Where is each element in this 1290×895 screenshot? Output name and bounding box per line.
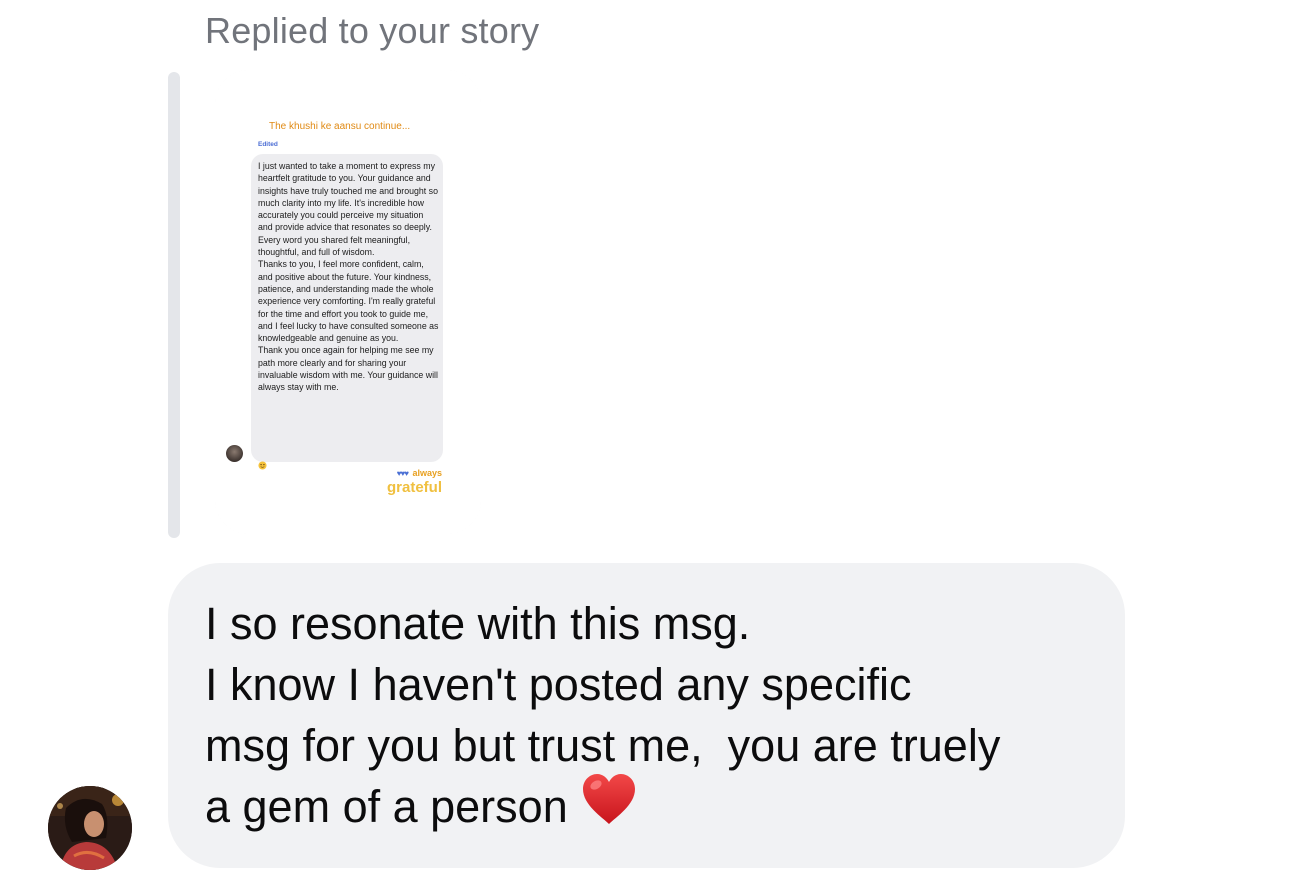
hearts-icon: ♥♥♥: [396, 469, 409, 478]
message-line: I so resonate with this msg.: [205, 598, 751, 649]
story-preview[interactable]: The khushi ke aansu continue... Edited I…: [215, 70, 481, 534]
story-image: The khushi ke aansu continue... Edited I…: [215, 70, 481, 534]
sticker-top-text: always: [412, 468, 442, 478]
story-avatar: [226, 445, 243, 462]
sticker-main-text: grateful: [386, 479, 442, 496]
reply-label: Replied to your story: [205, 10, 540, 51]
story-message-text: I just wanted to take a moment to expres…: [258, 161, 439, 393]
story-title: The khushi ke aansu continue...: [269, 121, 411, 132]
message-line-last: a gem of a person: [205, 773, 1105, 841]
sender-avatar[interactable]: [48, 786, 132, 870]
story-message-bubble: I just wanted to take a moment to expres…: [251, 154, 443, 462]
message-text: I so resonate with this msg. I know I ha…: [205, 593, 1105, 841]
smiling-face-with-tear-icon: [258, 461, 267, 472]
message-line: I know I haven't posted any specific: [205, 659, 912, 710]
red-heart-icon: [580, 772, 638, 841]
message-bubble[interactable]: I so resonate with this msg. I know I ha…: [168, 563, 1125, 868]
story-edited-label: Edited: [258, 141, 278, 148]
message-line-text: a gem of a person: [205, 781, 568, 832]
reply-indicator-bar: [168, 72, 180, 538]
story-sticker: ♥♥♥ always grateful: [372, 463, 442, 495]
message-line: msg for you but trust me, you are truely: [205, 720, 1001, 771]
avatar-photo: [48, 786, 132, 870]
